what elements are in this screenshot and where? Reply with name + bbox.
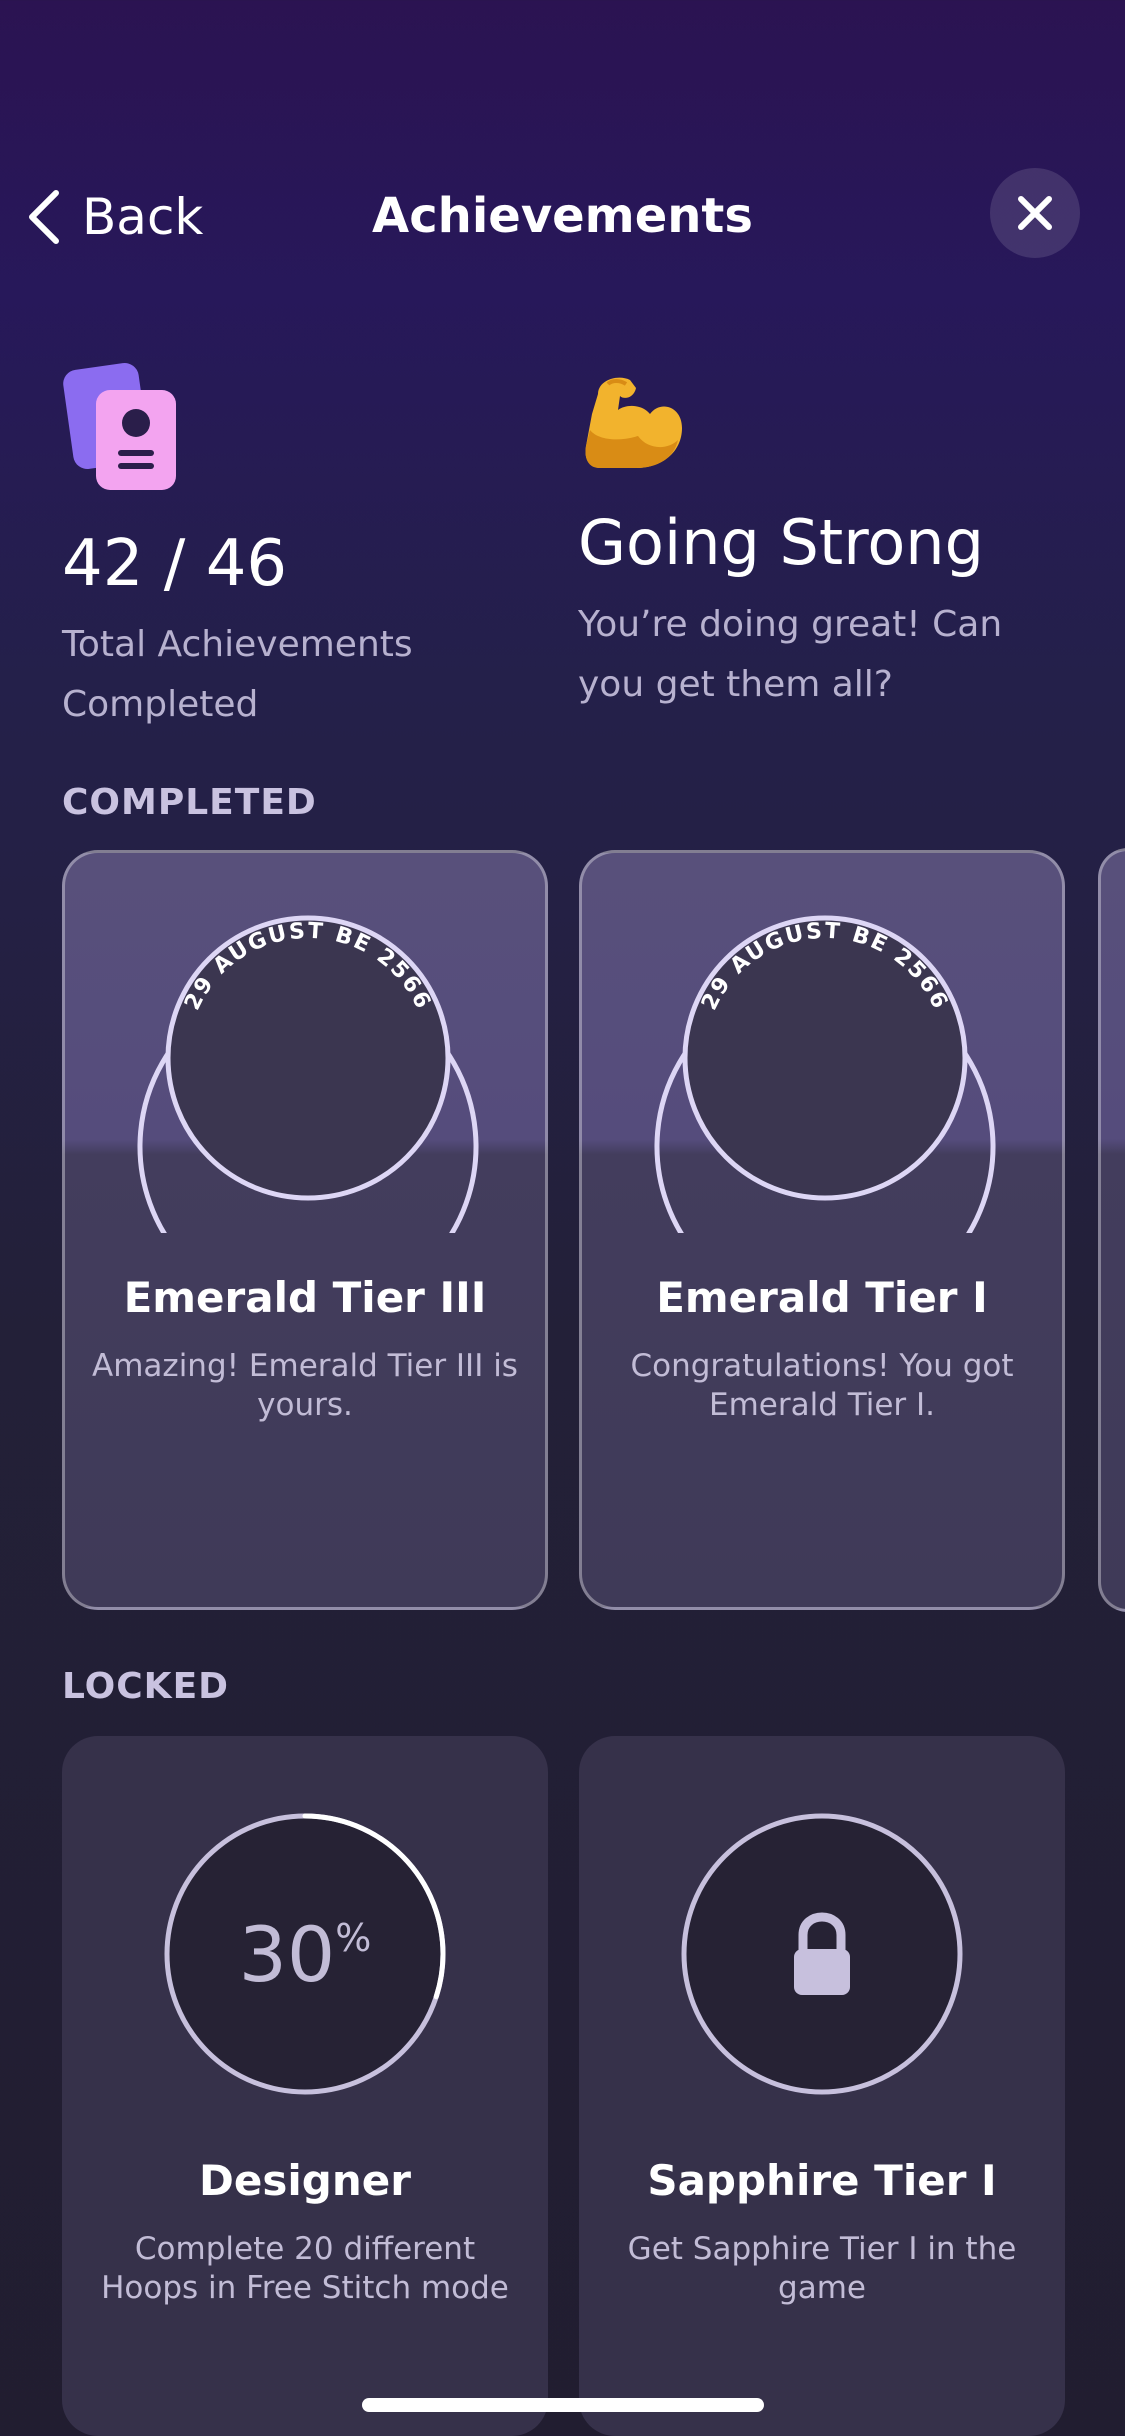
achievement-card-emerald-tier-i[interactable]: 29 AUGUST BE 2566 Emerald Tier I Congrat… [579, 850, 1065, 1610]
achievements-summary: 42 / 46 Total Achievements Completed [62, 360, 502, 735]
achievement-card-sapphire-tier-i[interactable]: Sapphire Tier I Get Sapphire Tier I in t… [579, 1736, 1065, 2436]
achievement-description: Get Sapphire Tier I in the game [627, 2231, 1017, 2306]
achievement-count: 42 / 46 [62, 527, 288, 601]
status-summary: Going Strong You’re doing great! Can you… [578, 370, 1058, 715]
progress-ring: 30% [164, 1813, 446, 2095]
achievement-title: Sapphire Tier I [647, 2156, 997, 2205]
achievement-description: Amazing! Emerald Tier III is yours. [92, 1348, 518, 1423]
progress-value: 30 [239, 1910, 336, 1999]
progress-unit: % [335, 1916, 371, 1960]
achievement-card-designer[interactable]: 30% Designer Complete 20 different Hoops… [62, 1736, 548, 2436]
close-icon [1018, 196, 1052, 230]
home-indicator [362, 2398, 764, 2412]
achievement-card-next[interactable] [1098, 848, 1125, 1612]
achievement-description: Congratulations! You got Emerald Tier I. [630, 1348, 1014, 1423]
achievement-count-label: Total Achievements Completed [62, 624, 413, 725]
achievement-badge: 29 AUGUST BE 2566 [137, 915, 479, 1233]
achievement-title: Emerald Tier I [656, 1273, 988, 1322]
flexed-biceps-icon [585, 377, 682, 468]
achievement-title: Designer [199, 2156, 411, 2205]
page-title: Achievements [372, 188, 753, 244]
achievement-card-emerald-tier-iii[interactable]: 29 AUGUST BE 2566 Emerald Tier III Amazi… [62, 850, 548, 1610]
completed-section-label: COMPLETED [62, 782, 317, 823]
close-button[interactable] [990, 168, 1080, 258]
achievement-title: Emerald Tier III [123, 1273, 487, 1322]
status-title: Going Strong [578, 506, 984, 579]
achievement-badge: 29 AUGUST BE 2566 [654, 915, 996, 1233]
achievement-description: Complete 20 different Hoops in Free Stit… [101, 2231, 509, 2306]
status-subtitle: You’re doing great! Can you get them all… [578, 604, 1003, 705]
lock-ring [681, 1813, 963, 2095]
nav-bar: Back Achievements [0, 160, 1125, 270]
locked-section-label: LOCKED [62, 1666, 230, 1707]
achievement-cards-icon [63, 363, 176, 490]
